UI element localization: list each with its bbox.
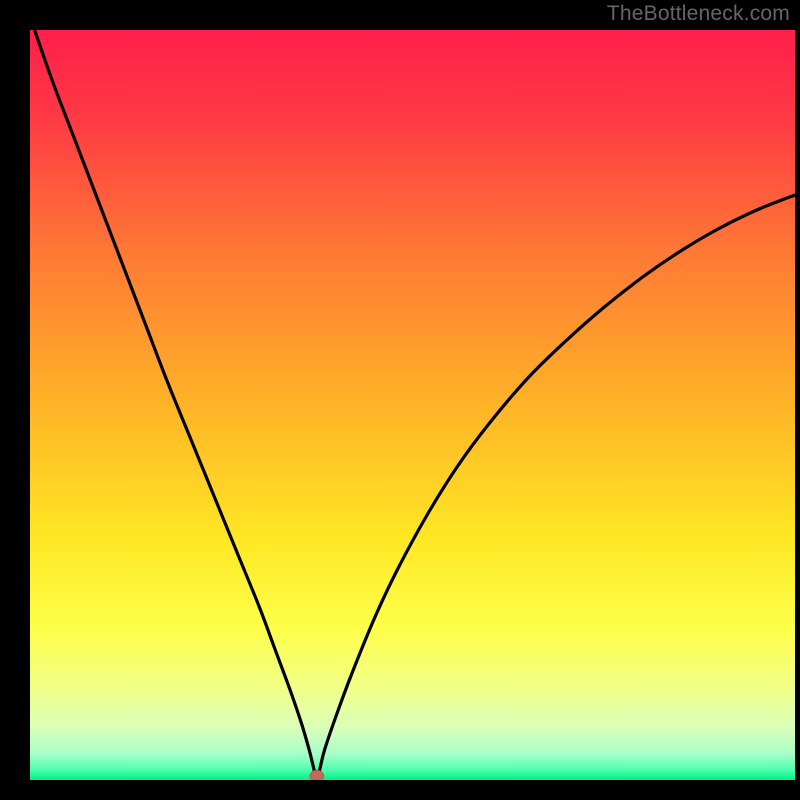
plot-area (30, 30, 795, 780)
watermark-text: TheBottleneck.com (607, 2, 790, 26)
chart-frame: TheBottleneck.com (0, 0, 800, 800)
gradient-background (30, 30, 795, 780)
plot-svg (30, 30, 795, 780)
optimum-marker (310, 770, 324, 780)
